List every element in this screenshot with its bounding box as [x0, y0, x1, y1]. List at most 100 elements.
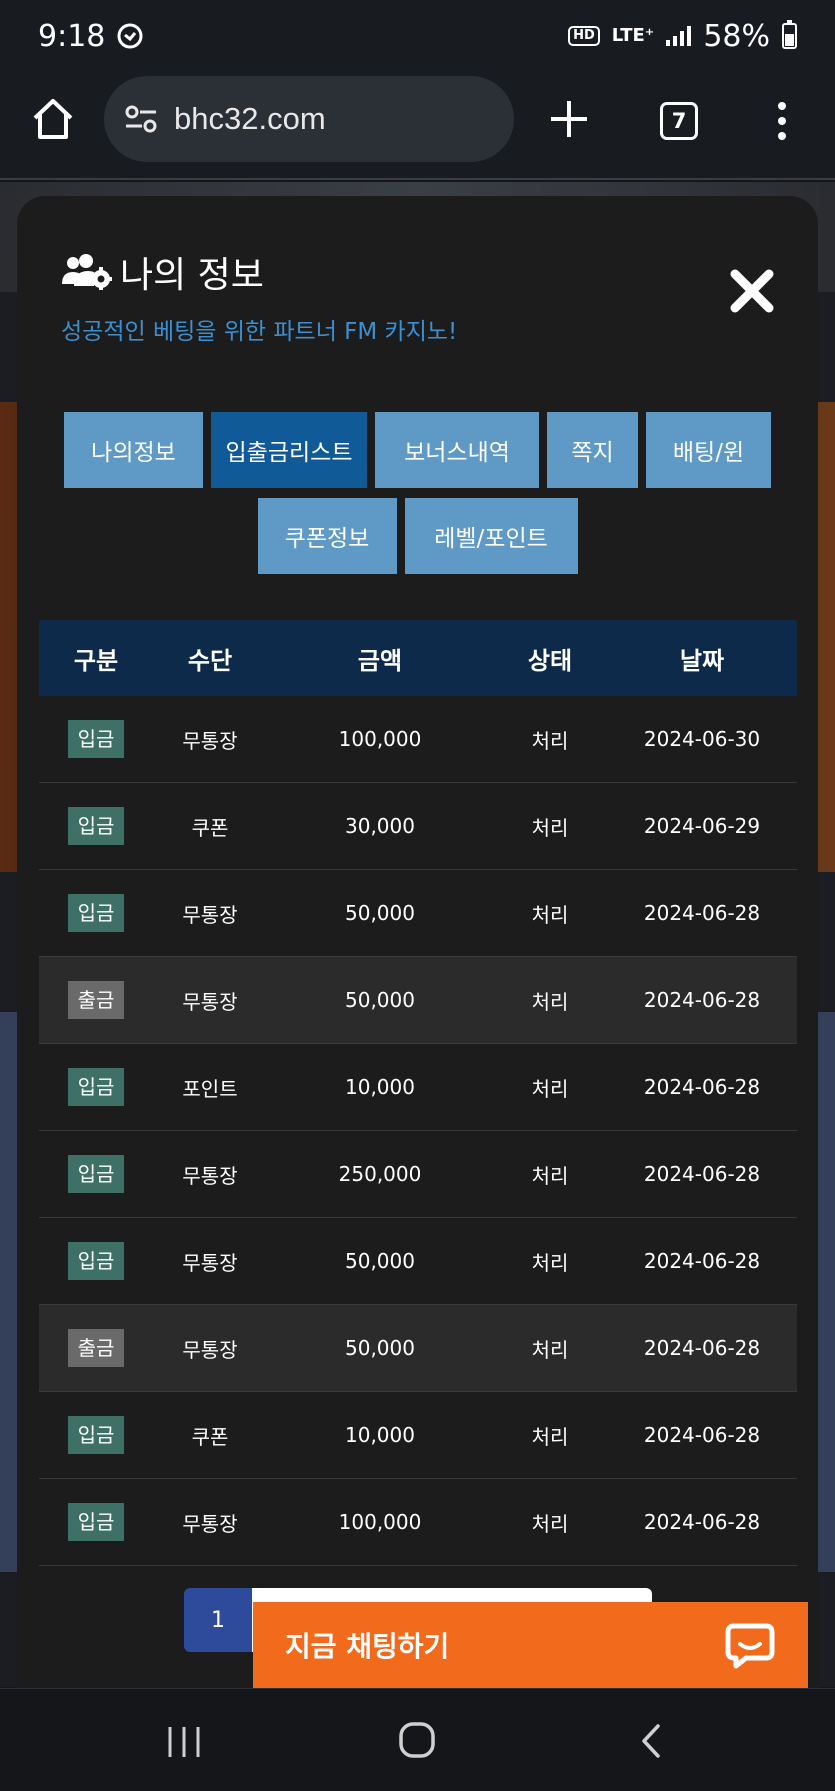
- modal-tabs: 나의정보 입출금리스트 보너스내역 쪽지 배팅/윈 쿠폰정보 레벨/포인트: [17, 412, 818, 584]
- type-badge: 입금: [67, 1155, 125, 1193]
- network-type: LTE⁺: [611, 25, 655, 46]
- chat-now-label: 지금 채팅하기: [285, 1630, 450, 1663]
- chat-now-button[interactable]: 지금 채팅하기: [253, 1602, 808, 1688]
- type-badge: 입금: [67, 1503, 125, 1541]
- url-text[interactable]: bhc32.com: [174, 101, 326, 137]
- battery-icon: [782, 20, 797, 49]
- table-row: 입금 무통장 50,000 처리 2024-06-28: [39, 1218, 797, 1305]
- cell-status: 처리: [531, 728, 569, 753]
- cell-type: 입금: [39, 894, 153, 932]
- cell-method: 무통장: [182, 1337, 238, 1362]
- table-row: 입금 포인트 10,000 처리 2024-06-28: [39, 1044, 797, 1131]
- table-row: 입금 무통장 50,000 처리 2024-06-28: [39, 870, 797, 957]
- tab-switcher-button[interactable]: 7: [660, 102, 698, 140]
- table-row: 입금 쿠폰 10,000 처리 2024-06-28: [39, 1392, 797, 1479]
- cell-type: 입금: [39, 807, 153, 845]
- tab-messages[interactable]: 쪽지: [547, 412, 638, 488]
- type-badge: 입금: [67, 1068, 125, 1106]
- transaction-table: 구분 수단 금액 상태 날짜 입금 무통장 100,000 처리 2024-06-30 입…: [39, 620, 797, 1566]
- cell-type: 입금: [39, 720, 153, 758]
- cell-date: 2024-06-28: [643, 988, 761, 1012]
- cell-amount: 30,000: [345, 814, 415, 838]
- status-time: 9:18: [38, 18, 106, 54]
- tab-my-info[interactable]: 나의정보: [64, 412, 203, 488]
- cell-type: 입금: [39, 1416, 153, 1454]
- cell-type: 입금: [39, 1068, 153, 1106]
- browser-toolbar: bhc32.com 7: [0, 72, 835, 180]
- cell-amount: 10,000: [345, 1075, 415, 1099]
- signal-icon: [666, 26, 692, 46]
- cell-method: 무통장: [182, 728, 238, 753]
- tab-bonus-history[interactable]: 보너스내역: [375, 412, 539, 488]
- header-method: 수단: [187, 646, 233, 675]
- cell-date: 2024-06-28: [643, 1162, 761, 1186]
- close-icon[interactable]: [729, 268, 775, 314]
- tab-coupon-info[interactable]: 쿠폰정보: [257, 498, 397, 574]
- cell-amount: 100,000: [338, 1510, 422, 1534]
- modal-title-text: 나의 정보: [120, 255, 264, 296]
- page-button-current[interactable]: 1: [184, 1588, 252, 1652]
- tab-deposit-withdraw-list[interactable]: 입출금리스트: [211, 412, 367, 488]
- header-type: 구분: [73, 646, 119, 675]
- site-settings-icon[interactable]: [124, 104, 158, 134]
- cell-method: 무통장: [182, 1163, 238, 1188]
- type-badge: 출금: [67, 1329, 125, 1367]
- cell-status: 처리: [531, 815, 569, 840]
- cell-method: 포인트: [182, 1076, 238, 1101]
- home-icon[interactable]: [30, 96, 76, 142]
- tab-betting-win[interactable]: 배팅/윈: [646, 412, 771, 488]
- header-date: 날짜: [679, 646, 725, 675]
- cell-status: 처리: [531, 989, 569, 1014]
- cell-date: 2024-06-28: [643, 1075, 761, 1099]
- cell-date: 2024-06-28: [643, 1423, 761, 1447]
- type-badge: 입금: [67, 894, 125, 932]
- type-badge: 입금: [67, 1242, 125, 1280]
- url-bar[interactable]: bhc32.com: [104, 76, 514, 162]
- header-amount: 금액: [357, 646, 403, 675]
- table-body: 입금 무통장 100,000 처리 2024-06-30 입금 쿠폰 30,000 처리 2024…: [39, 696, 797, 1566]
- status-bar: 9:18 HD LTE⁺ 58%: [0, 0, 835, 72]
- cell-status: 처리: [531, 1337, 569, 1362]
- modal-subtitle: 성공적인 베팅을 위한 파트너 FM 카지노!: [61, 319, 458, 345]
- cell-method: 쿠폰: [191, 1424, 229, 1449]
- modal-title: 나의 정보: [60, 246, 264, 298]
- cell-date: 2024-06-29: [643, 814, 761, 838]
- home-nav-icon[interactable]: [398, 1721, 436, 1759]
- cell-status: 처리: [531, 1076, 569, 1101]
- cell-method: 쿠폰: [191, 815, 229, 840]
- cell-status: 처리: [531, 902, 569, 927]
- messenger-icon: [117, 23, 143, 49]
- header-status: 상태: [527, 646, 573, 675]
- cell-type: 출금: [39, 1329, 153, 1367]
- cell-type: 입금: [39, 1242, 153, 1280]
- table-header: 구분 수단 금액 상태 날짜: [39, 620, 797, 696]
- more-menu-icon[interactable]: [770, 100, 794, 142]
- cell-method: 무통장: [182, 1250, 238, 1275]
- cell-amount: 250,000: [338, 1162, 422, 1186]
- cell-amount: 50,000: [345, 901, 415, 925]
- recent-apps-icon[interactable]: [166, 1725, 202, 1759]
- cell-status: 처리: [531, 1511, 569, 1536]
- cell-method: 무통장: [182, 989, 238, 1014]
- cell-type: 출금: [39, 981, 153, 1019]
- type-badge: 입금: [67, 720, 125, 758]
- hd-badge: HD: [568, 26, 600, 46]
- cell-date: 2024-06-28: [643, 1336, 761, 1360]
- table-row: 출금 무통장 50,000 처리 2024-06-28: [39, 1305, 797, 1392]
- cell-amount: 50,000: [345, 1336, 415, 1360]
- type-badge: 출금: [67, 981, 125, 1019]
- cell-type: 입금: [39, 1155, 153, 1193]
- table-row: 입금 무통장 100,000 처리 2024-06-30: [39, 696, 797, 783]
- cell-date: 2024-06-28: [643, 901, 761, 925]
- system-nav-bar: [0, 1688, 835, 1791]
- type-badge: 입금: [67, 807, 125, 845]
- table-row: 입금 무통장 250,000 처리 2024-06-28: [39, 1131, 797, 1218]
- tab-level-points[interactable]: 레벨/포인트: [404, 498, 578, 574]
- cell-amount: 50,000: [345, 988, 415, 1012]
- cell-status: 처리: [531, 1163, 569, 1188]
- type-badge: 입금: [67, 1416, 125, 1454]
- back-icon[interactable]: [638, 1723, 664, 1759]
- cell-amount: 100,000: [338, 727, 422, 751]
- new-tab-icon[interactable]: [548, 98, 590, 140]
- table-row: 입금 무통장 100,000 처리 2024-06-28: [39, 1479, 797, 1566]
